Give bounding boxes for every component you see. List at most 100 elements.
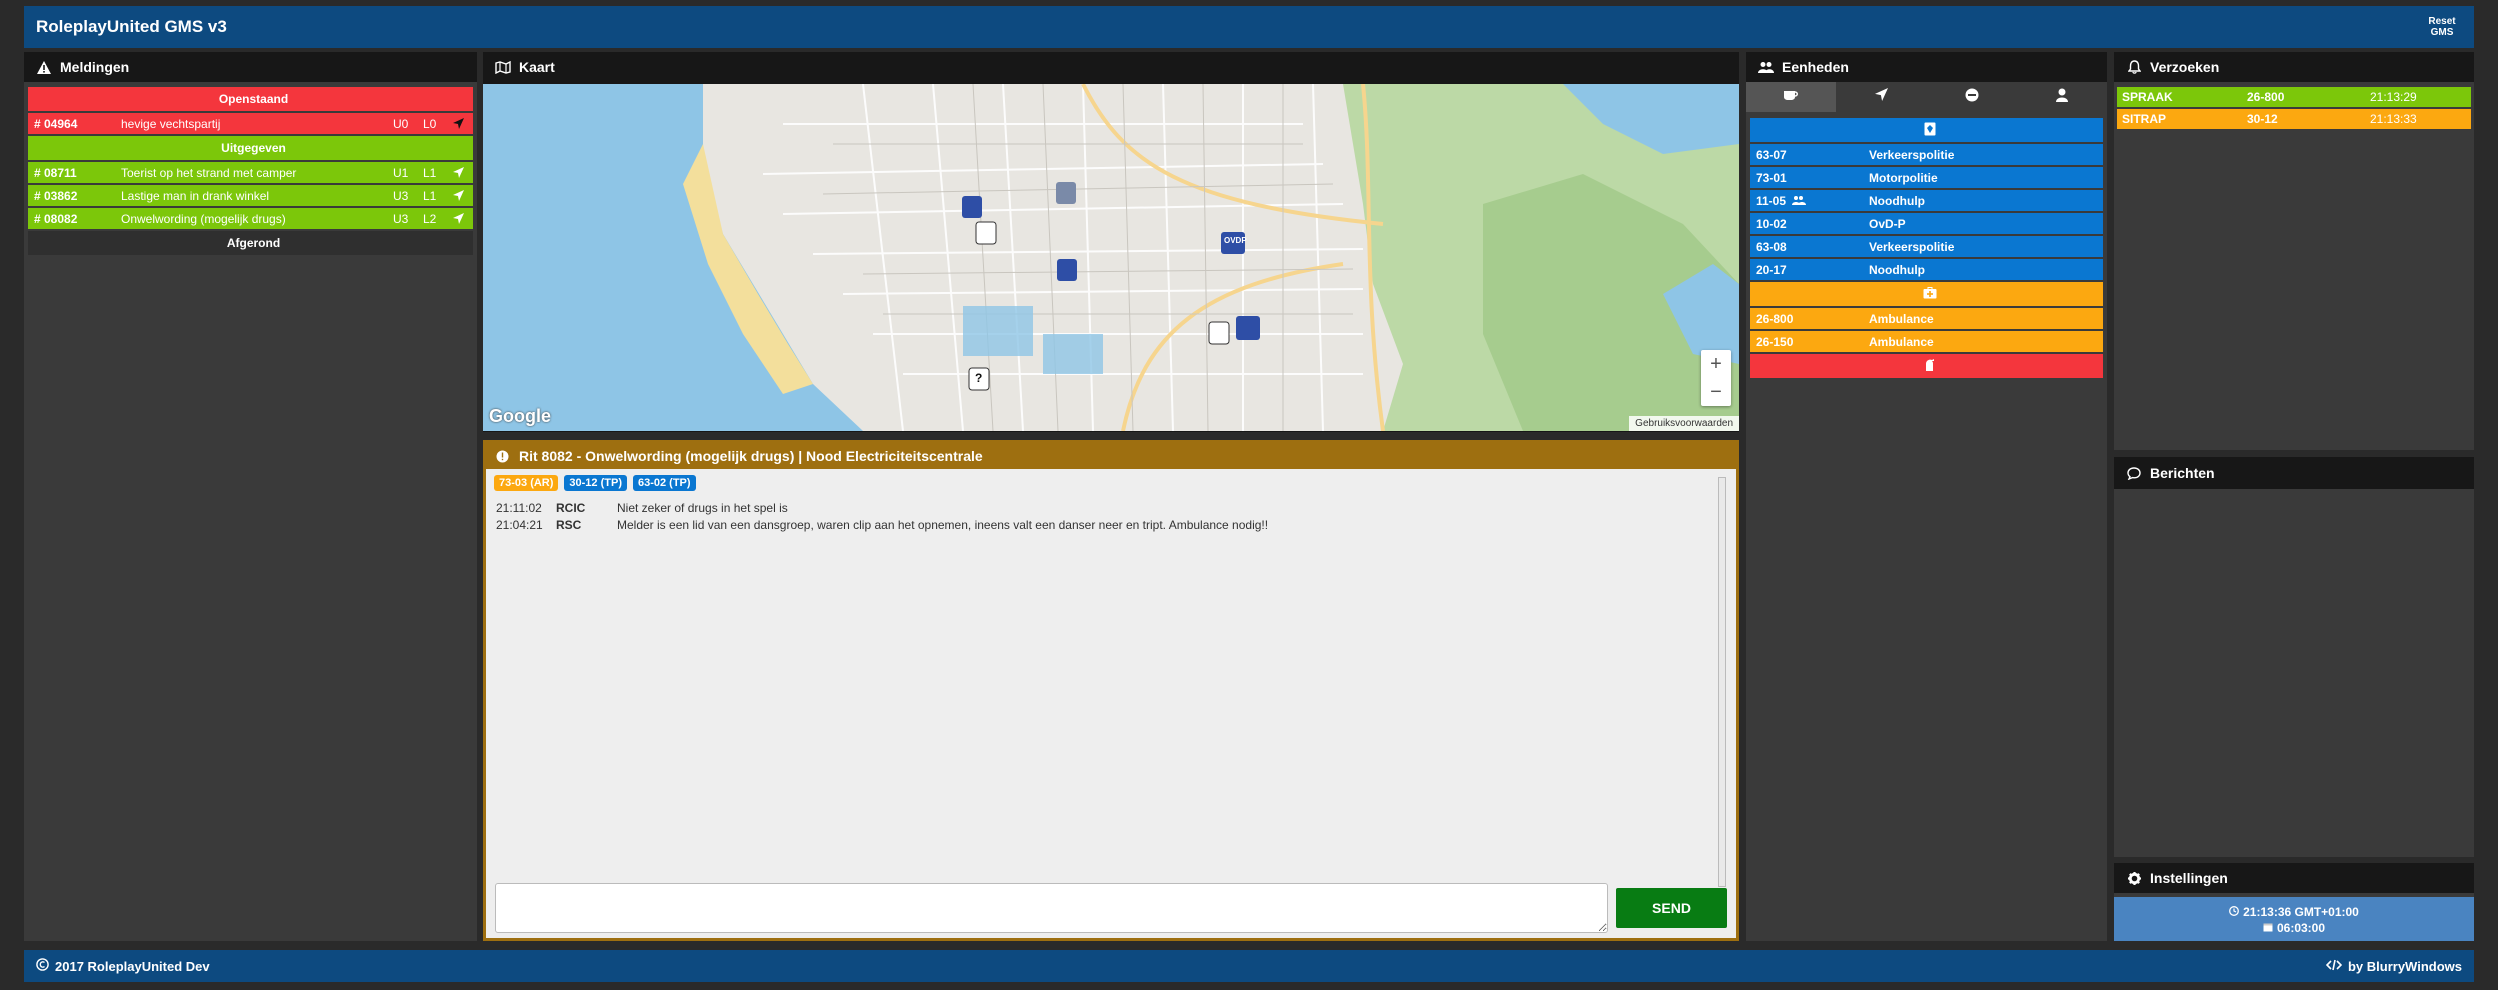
eenheden-panel: Eenheden 63-07 Verkeerspolitie 73-01 Motor… (1746, 52, 2107, 941)
berichten-panel: Berichten (2114, 457, 2474, 857)
ambulance-category-header[interactable] (1750, 282, 2103, 306)
request-row[interactable]: SITRAP 30-12 21:13:33 (2117, 109, 2471, 129)
ovdp-marker-label: OVDP (1224, 236, 1247, 245)
zoom-control: + − (1701, 350, 1731, 406)
log-message: Melder is een lid van een dansgroep, war… (617, 517, 1269, 532)
unit-type: Verkeerspolitie (1869, 147, 1955, 162)
top-bar: RoleplayUnited GMS v3 Reset GMS (24, 6, 2474, 48)
unit-id: 63-07 (1756, 147, 1787, 162)
location-arrow-icon[interactable] (453, 213, 473, 224)
tab-personnel[interactable] (2016, 82, 2107, 112)
copyright: 2017 RoleplayUnited Dev (36, 958, 210, 974)
police-category-header[interactable] (1750, 118, 2103, 142)
eenheden-title: Eenheden (1782, 59, 1849, 75)
melding-units: U0 (393, 116, 409, 131)
app-title: RoleplayUnited GMS v3 (36, 17, 227, 36)
clock-row: 21:13:36 GMT+01:00 (2114, 904, 2474, 920)
fire-category-header[interactable] (1750, 354, 2103, 378)
instellingen-header: Instellingen (2114, 863, 2474, 893)
police-marker-icon (1236, 316, 1260, 340)
unit-row[interactable]: 63-07 Verkeerspolitie (1750, 144, 2103, 165)
user-icon (2055, 88, 2068, 107)
melding-text: Toerist op het strand met camper (121, 165, 297, 180)
zoom-in-button[interactable]: + (1701, 350, 1731, 378)
unit-type: Noodhulp (1869, 262, 1925, 277)
unit-type: Ambulance (1869, 311, 1934, 326)
request-unit: 26-800 (2247, 90, 2285, 104)
location-arrow-icon[interactable] (453, 167, 473, 178)
log-entry: 21:04:21 RSC Melder is een lid van een d… (496, 516, 1726, 533)
unknown-marker-label: ? (975, 371, 983, 385)
unit-id: 11-05 (1756, 194, 1869, 208)
footer: 2017 RoleplayUnited Dev by BlurryWindows (24, 950, 2474, 982)
melding-row[interactable]: # 03862 Lastige man in drank winkel U3 L… (28, 185, 473, 206)
melding-row[interactable]: # 08711 Toerist op het strand met camper… (28, 162, 473, 183)
coffee-icon (1783, 88, 1799, 106)
unit-type: OvD-P (1869, 216, 1906, 231)
unit-row[interactable]: 20-17 Noodhulp (1750, 259, 2103, 280)
log-time: 21:11:02 (496, 500, 542, 515)
unit-badge[interactable]: 73-03 (AR) (494, 475, 559, 491)
melding-id: # 08082 (34, 211, 78, 226)
meldingen-title: Meldingen (60, 59, 130, 75)
users-icon (1758, 59, 1774, 75)
unit-row[interactable]: 11-05 Noodhulp (1750, 190, 2103, 211)
map-image (483, 84, 1739, 431)
unit-badge[interactable]: 63-02 (TP) (632, 475, 696, 491)
unit-row[interactable]: 10-02 OvD-P (1750, 213, 2103, 234)
tab-unavailable[interactable] (1926, 82, 2017, 112)
copyright-icon (36, 958, 49, 974)
police-marker-icon (1057, 259, 1077, 281)
melding-level: L1 (423, 188, 437, 203)
unit-row[interactable]: 63-08 Verkeerspolitie (1750, 236, 2103, 257)
copyright-text: 2017 RoleplayUnited Dev (55, 958, 210, 974)
rit-header: Rit 8082 - Onwelwording (mogelijk drugs)… (486, 443, 1736, 469)
unit-badges: 73-03 (AR) 30-12 (TP) 63-02 (TP) (486, 469, 1736, 491)
tab-available[interactable] (1746, 82, 1837, 112)
reset-button[interactable]: Reset GMS (2422, 16, 2462, 38)
bell-icon (2126, 59, 2142, 75)
tab-en-route[interactable] (1836, 82, 1927, 112)
log-author: RCIC (556, 500, 586, 515)
closed-section-header[interactable]: Afgerond (28, 231, 473, 255)
melding-level: L1 (423, 165, 437, 180)
issued-section-header[interactable]: Uitgegeven (28, 136, 473, 160)
ambulance-marker-icon (975, 221, 997, 245)
log-message: Niet zeker of drugs in het spel is (617, 500, 788, 515)
unit-badge[interactable]: 30-12 (TP) (564, 475, 627, 491)
terms-link[interactable]: Gebruiksvoorwaarden (1629, 416, 1739, 431)
unit-row[interactable]: 26-150 Ambulance (1750, 331, 2103, 352)
clock-time: 21:13:36 GMT+01:00 (2243, 905, 2359, 919)
rit-title: Rit 8082 - Onwelwording (mogelijk drugs)… (519, 448, 983, 464)
comment-icon (2126, 465, 2142, 481)
melding-row[interactable]: # 08082 Onwelwording (mogelijk drugs) U3… (28, 208, 473, 229)
melding-row[interactable]: # 04964 hevige vechtspartij U0 L0 (28, 113, 473, 134)
map-icon (495, 59, 511, 75)
log-scrollbar[interactable] (1718, 477, 1726, 887)
unit-id: 26-150 (1756, 334, 1794, 349)
rit-log: 21:11:02 RCIC Niet zeker of drugs in het… (486, 491, 1736, 533)
unit-row[interactable]: 26-800 Ambulance (1750, 308, 2103, 329)
verzoeken-title: Verzoeken (2150, 59, 2220, 75)
user-group-icon (1792, 194, 1807, 208)
melding-id: # 08711 (34, 165, 77, 180)
police-badge-icon (1924, 122, 1936, 139)
location-arrow-icon[interactable] (453, 190, 473, 201)
credit[interactable]: by BlurryWindows (2325, 959, 2462, 974)
open-section-header[interactable]: Openstaand (28, 87, 473, 111)
send-button[interactable]: SEND (1616, 888, 1727, 928)
unit-row[interactable]: 73-01 Motorpolitie (1750, 167, 2103, 188)
zoom-out-button[interactable]: − (1701, 378, 1731, 406)
google-logo: Google (489, 406, 551, 426)
request-row[interactable]: SPRAAK 26-800 21:13:29 (2117, 87, 2471, 107)
melding-text: Lastige man in drank winkel (121, 188, 270, 203)
melding-id: # 04964 (34, 116, 78, 131)
location-arrow-icon[interactable] (453, 118, 473, 129)
warning-icon (36, 59, 52, 75)
melding-units: U1 (393, 165, 409, 180)
log-entry: 21:11:02 RCIC Niet zeker of drugs in het… (496, 499, 1726, 516)
map-canvas[interactable]: OVDP ? Google Gebruiksvoorwaarden + − (483, 84, 1739, 431)
message-input[interactable] (495, 883, 1608, 933)
melding-text: hevige vechtspartij (121, 116, 221, 131)
meldingen-header: Meldingen (24, 52, 477, 82)
